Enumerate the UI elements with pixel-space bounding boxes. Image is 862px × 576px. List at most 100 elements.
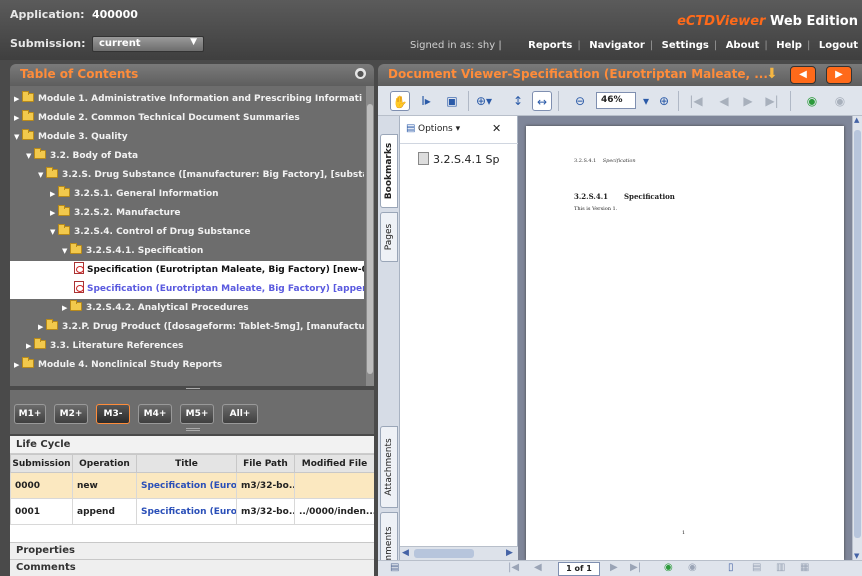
page-icon[interactable]: ▤ xyxy=(390,562,399,573)
toc-scrollbar[interactable] xyxy=(366,86,374,386)
nav-navigator[interactable]: Navigator xyxy=(589,40,645,51)
chevron-down-icon[interactable]: ▾ xyxy=(636,91,656,111)
first-page-icon[interactable]: |◀ xyxy=(686,91,706,111)
properties-section[interactable]: Properties xyxy=(10,542,374,559)
scroll-up-icon[interactable]: ▲ xyxy=(854,116,859,124)
submission-select[interactable]: current ▼ xyxy=(92,36,204,52)
options-menu[interactable]: Options ▾ xyxy=(418,124,460,134)
go-forward-icon[interactable]: ◉ xyxy=(830,91,850,111)
scroll-down-icon[interactable]: ▼ xyxy=(854,552,859,560)
zoom-in-button-icon[interactable]: ⊕ xyxy=(654,91,674,111)
toc-folder-item[interactable]: ▶ Module 2. Common Technical Document Sum… xyxy=(10,109,364,128)
toc-document-item[interactable]: Specification (Eurotriptan Maleate, Big … xyxy=(10,261,364,280)
column-header[interactable]: File Path xyxy=(236,454,295,473)
fit-height-icon[interactable]: ↕ xyxy=(508,91,528,111)
collapsed-triangle-icon[interactable]: ▶ xyxy=(14,109,22,128)
go-back-icon[interactable]: ◉ xyxy=(664,562,673,573)
bookmark-item[interactable]: 3.2.S.4.1 Sp xyxy=(418,152,510,166)
zoom-level-input[interactable]: 46% xyxy=(596,92,636,109)
scroll-thumb[interactable] xyxy=(854,130,861,538)
title-link[interactable]: Specification (Euro... xyxy=(136,498,237,525)
hand-tool-icon[interactable]: ✋ xyxy=(390,91,410,111)
text-select-icon[interactable]: I▸ xyxy=(416,91,436,111)
toc-scroll-thumb[interactable] xyxy=(367,104,373,374)
expanded-triangle-icon[interactable]: ▼ xyxy=(14,128,22,147)
cover-page-icon[interactable]: ▦ xyxy=(800,562,809,573)
tab-bookmarks[interactable]: Bookmarks xyxy=(380,134,398,208)
next-page-icon[interactable]: ▶ xyxy=(610,562,618,573)
collapsed-triangle-icon[interactable]: ▶ xyxy=(50,185,58,204)
expanded-triangle-icon[interactable]: ▼ xyxy=(50,223,58,242)
single-page-icon[interactable]: ▯ xyxy=(728,562,734,573)
toc-folder-item[interactable]: ▶ Module 1. Administrative Information an… xyxy=(10,90,364,109)
module-button-m2[interactable]: M2+ xyxy=(54,404,88,424)
collapsed-triangle-icon[interactable]: ▶ xyxy=(50,204,58,223)
collapsed-triangle-icon[interactable]: ▶ xyxy=(14,356,22,375)
scroll-left-icon[interactable]: ◀ xyxy=(402,548,409,558)
page-indicator-input[interactable]: 1 of 1 xyxy=(558,562,600,576)
zoom-out-icon[interactable]: ⊖ xyxy=(570,91,590,111)
document-canvas[interactable]: 3.2.S.4.1 Specification 3.2.S.4.1 Specif… xyxy=(518,116,852,560)
module-button-m4[interactable]: M4+ xyxy=(138,404,172,424)
export-icon[interactable]: ⬇ xyxy=(766,66,786,84)
collapsed-triangle-icon[interactable]: ▶ xyxy=(26,337,34,356)
last-page-icon[interactable]: ▶| xyxy=(762,91,782,111)
module-button-all[interactable]: All+ xyxy=(222,404,258,424)
tab-pages[interactable]: Pages xyxy=(380,212,398,262)
title-link[interactable]: Specification (Euro... xyxy=(136,472,237,499)
tab-attachments[interactable]: Attachments xyxy=(380,426,398,508)
last-page-icon[interactable]: ▶| xyxy=(630,562,641,573)
toc-folder-item[interactable]: ▶ Module 4. Nonclinical Study Reports xyxy=(10,356,364,375)
table-row[interactable]: 0000 new Specification (Euro... m3/32-bo… xyxy=(10,472,375,499)
fit-width-icon[interactable]: ↔ xyxy=(532,91,552,111)
column-header[interactable]: Modified File xyxy=(294,454,375,473)
continuous-page-icon[interactable]: ▤ xyxy=(752,562,761,573)
zoom-in-icon[interactable]: ⊕▾ xyxy=(474,91,494,111)
resize-grip[interactable] xyxy=(186,428,200,431)
toc-folder-item[interactable]: ▶ 3.2.S.1. General Information xyxy=(10,185,364,204)
comments-section[interactable]: Comments xyxy=(10,559,374,576)
collapsed-triangle-icon[interactable]: ▶ xyxy=(14,90,22,109)
toc-folder-item[interactable]: ▶ 3.2.S.4.2. Analytical Procedures xyxy=(10,299,364,318)
prev-document-button[interactable]: ◀ xyxy=(790,66,816,84)
module-button-m3[interactable]: M3- xyxy=(96,404,130,424)
column-header[interactable]: Title xyxy=(136,454,237,473)
module-button-m5[interactable]: M5+ xyxy=(180,404,214,424)
table-row[interactable]: 0001 append Specification (Euro... m3/32… xyxy=(10,498,375,525)
go-back-icon[interactable]: ◉ xyxy=(802,91,822,111)
module-button-m1[interactable]: M1+ xyxy=(14,404,46,424)
nav-help[interactable]: Help xyxy=(776,40,802,51)
go-forward-icon[interactable]: ◉ xyxy=(688,562,697,573)
column-header[interactable]: Operation xyxy=(72,454,137,473)
expanded-triangle-icon[interactable]: ▼ xyxy=(38,166,46,185)
previous-page-icon[interactable]: ◀ xyxy=(534,562,542,573)
close-icon[interactable]: ● xyxy=(355,68,366,79)
toc-folder-item[interactable]: ▼ 3.2. Body of Data xyxy=(10,147,364,166)
toc-folder-item[interactable]: ▼ 3.2.S. Drug Substance ([manufacturer: B… xyxy=(10,166,364,185)
toc-folder-item[interactable]: ▼ 3.2.S.4.1. Specification xyxy=(10,242,364,261)
facing-page-icon[interactable]: ▥ xyxy=(776,562,785,573)
document-vscrollbar[interactable]: ▲ ▼ xyxy=(852,116,862,560)
collapsed-triangle-icon[interactable]: ▶ xyxy=(38,318,46,337)
expanded-triangle-icon[interactable]: ▼ xyxy=(62,242,70,261)
collapsed-triangle-icon[interactable]: ▶ xyxy=(62,299,70,318)
scroll-thumb[interactable] xyxy=(414,549,474,558)
nav-about[interactable]: About xyxy=(726,40,760,51)
first-page-icon[interactable]: |◀ xyxy=(508,562,519,573)
toc-folder-item[interactable]: ▼ Module 3. Quality xyxy=(10,128,364,147)
nav-reports[interactable]: Reports xyxy=(528,40,572,51)
previous-page-icon[interactable]: ◀ xyxy=(714,91,734,111)
expanded-triangle-icon[interactable]: ▼ xyxy=(26,147,34,166)
close-icon[interactable]: ✕ xyxy=(492,122,501,135)
next-document-button[interactable]: ▶ xyxy=(826,66,852,84)
nav-logout[interactable]: Logout xyxy=(819,40,858,51)
toc-folder-item[interactable]: ▶ 3.2.P. Drug Product ([dosageform: Table… xyxy=(10,318,364,337)
toc-document-item[interactable]: Specification (Eurotriptan Maleate, Big … xyxy=(10,280,364,299)
toc-folder-item[interactable]: ▶ 3.2.S.2. Manufacture xyxy=(10,204,364,223)
nav-settings[interactable]: Settings xyxy=(662,40,709,51)
column-header[interactable]: Submission xyxy=(10,454,73,473)
bookmarks-hscrollbar[interactable]: ◀ ▶ xyxy=(400,546,518,560)
next-page-icon[interactable]: ▶ xyxy=(738,91,758,111)
snapshot-icon[interactable]: ▣ xyxy=(442,91,462,111)
toc-folder-item[interactable]: ▼ 3.2.S.4. Control of Drug Substance xyxy=(10,223,364,242)
